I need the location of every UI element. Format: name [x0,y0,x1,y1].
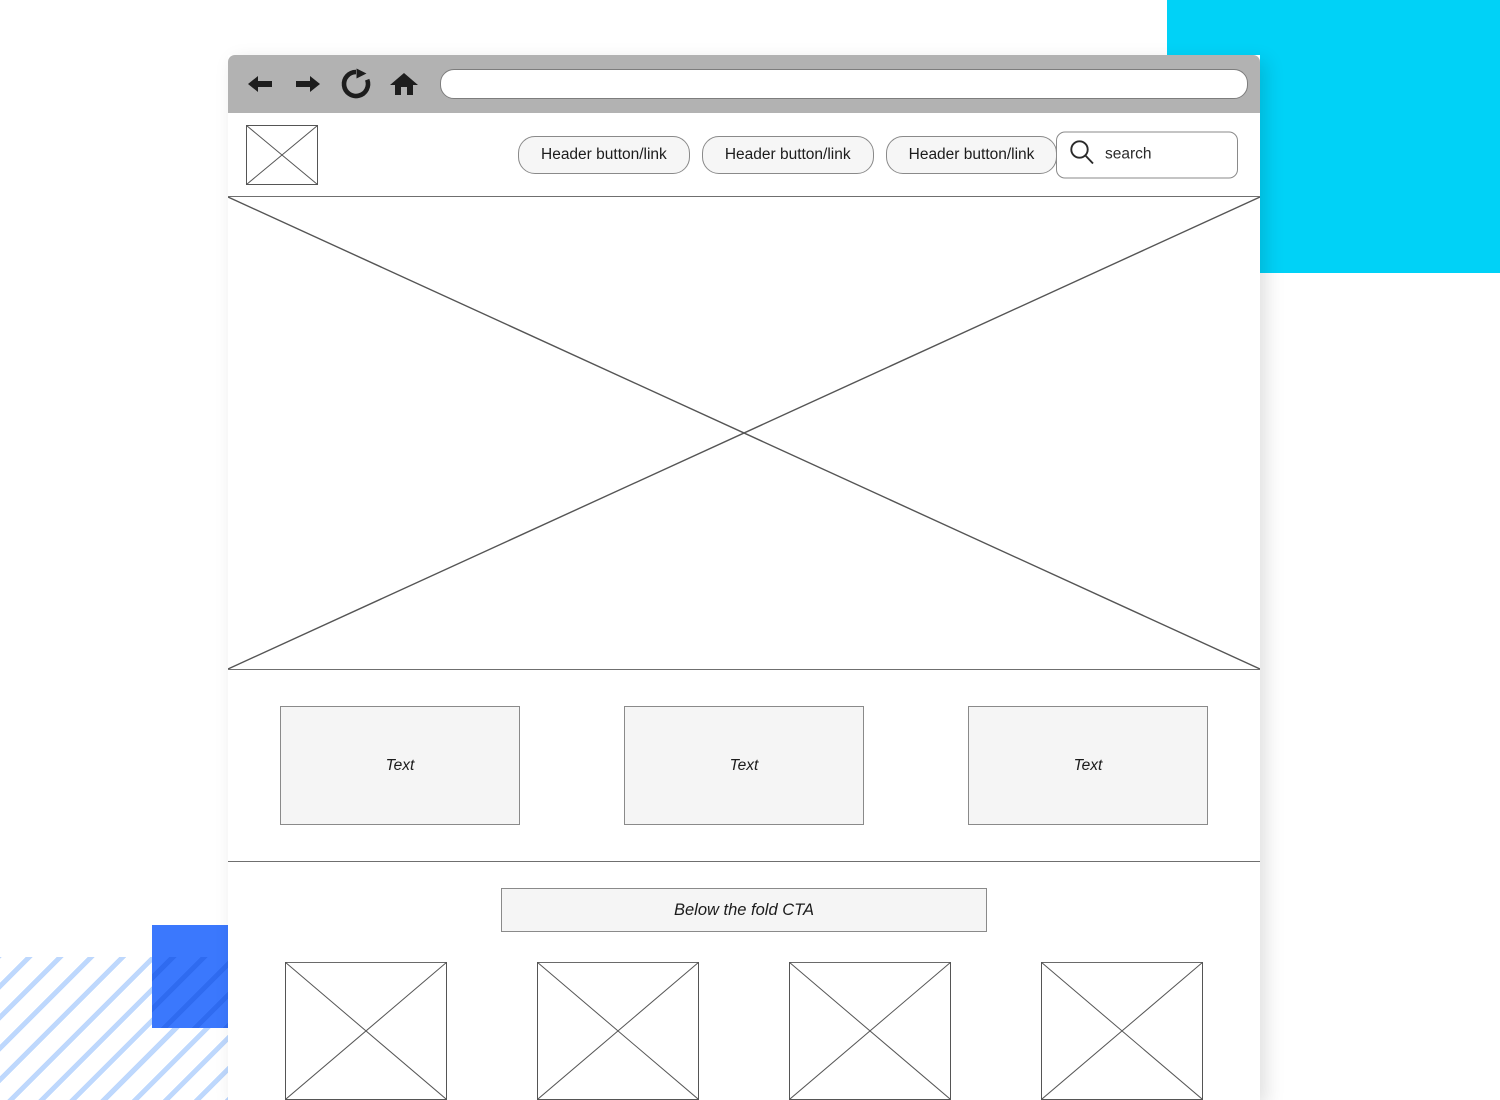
blue-block-stripe-overlay [152,957,230,1028]
home-icon [389,69,419,99]
header-nav-button-3[interactable]: Header button/link [885,135,1058,174]
below-fold-cta-button[interactable]: Below the fold CTA [501,888,987,933]
text-cards-row: Text Text Text [228,670,1260,862]
thumbnail-placeholder-4[interactable] [1041,962,1203,1100]
home-button[interactable] [380,60,428,108]
header-nav: Header button/link Header button/link He… [518,135,1058,174]
back-arrow-icon [245,69,275,99]
browser-window: Header button/link Header button/link He… [228,55,1260,1100]
header-nav-button-1[interactable]: Header button/link [518,135,690,174]
browser-toolbar [228,55,1260,113]
forward-button[interactable] [284,60,332,108]
thumbnail-placeholder-3[interactable] [789,962,951,1100]
url-input[interactable] [440,69,1248,99]
header-nav-button-2[interactable]: Header button/link [701,135,874,174]
search-input[interactable]: search [1056,131,1238,178]
site-header: Header button/link Header button/link He… [228,113,1260,197]
text-card-3[interactable]: Text [968,706,1208,825]
thumbnail-row [228,962,1260,1100]
logo-placeholder[interactable] [246,124,318,185]
hero-image-placeholder[interactable] [228,197,1260,670]
back-button[interactable] [236,60,284,108]
forward-arrow-icon [293,69,323,99]
search-icon [1067,137,1097,172]
reload-icon [340,68,372,100]
text-card-1[interactable]: Text [280,706,520,825]
thumbnail-placeholder-1[interactable] [285,962,447,1100]
text-card-2[interactable]: Text [624,706,864,825]
search-placeholder-text: search [1105,145,1152,163]
reload-button[interactable] [332,60,380,108]
thumbnail-placeholder-2[interactable] [537,962,699,1100]
below-fold-section: Below the fold CTA [228,862,1260,1100]
page-content: Text Text Text Below the fold CTA [228,197,1260,1100]
